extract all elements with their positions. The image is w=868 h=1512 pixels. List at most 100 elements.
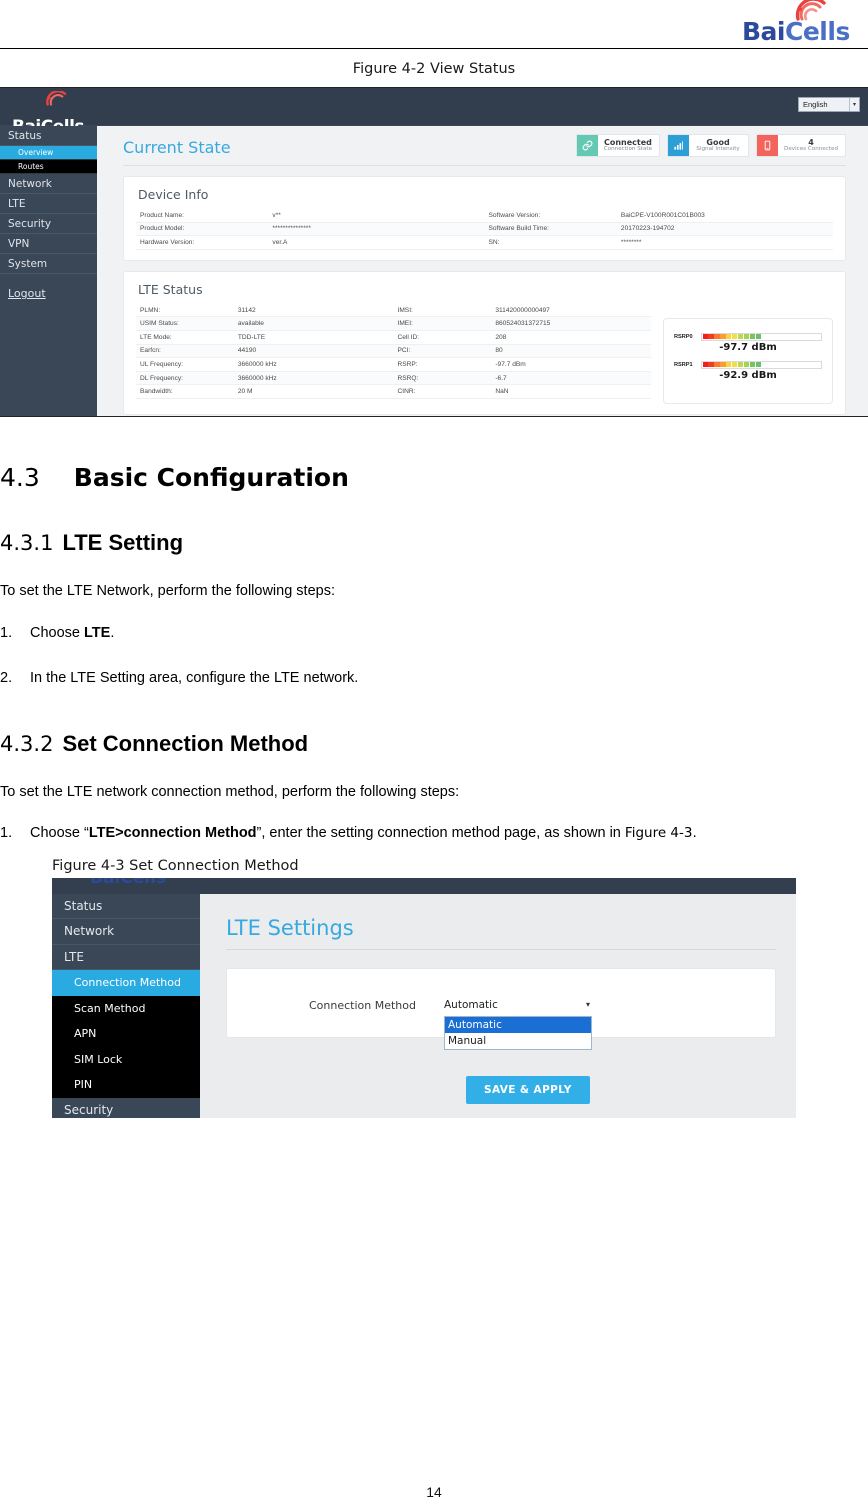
cell-value: BaiCPE-V100R001C01B003 — [616, 209, 833, 223]
sidebar-item-lte[interactable]: LTE — [52, 945, 200, 971]
rsrp1-value: -92.9 dBm — [719, 369, 777, 381]
meter-segment — [808, 334, 815, 340]
step-number: 2. — [0, 670, 13, 687]
step-text-post: ”, enter the setting connection method p… — [256, 825, 625, 842]
sidebar-item-security[interactable]: Security — [0, 214, 97, 234]
table-row: USIM Status: available IMEI: 86052403137… — [136, 316, 651, 331]
page-number: 14 — [426, 1484, 442, 1500]
meter-segment — [797, 362, 803, 368]
cell-key: RSRP: — [393, 357, 492, 372]
meter-segment — [702, 334, 708, 340]
settings-logo-cells: Cells — [120, 877, 167, 888]
meter-segment — [743, 362, 750, 368]
sidebar-item-lte[interactable]: LTE — [0, 194, 97, 214]
meter-segment — [767, 334, 773, 340]
chevron-down-icon: ▾ — [848, 98, 856, 111]
cell-key: Hardware Version: — [136, 235, 269, 250]
meter-segment — [791, 334, 797, 340]
cell-value: 3660000 kHz — [233, 371, 394, 386]
device-info-table: Product Name: v** Software Version: BaiC… — [136, 209, 833, 250]
subsection-title: LTE Setting — [62, 530, 184, 555]
chevron-down-icon: ▾ — [585, 999, 590, 1009]
sidebar-item-network[interactable]: Network — [52, 919, 200, 945]
meter-segment — [767, 362, 773, 368]
sidebar-item-routes[interactable]: Routes — [0, 160, 97, 174]
router-topbar: BaiCells English ▾ — [0, 88, 868, 136]
table-row: Earfcn: 44190 PCI: 80 — [136, 344, 651, 359]
select-value[interactable]: Automatic — [444, 996, 594, 1014]
subsection-number: 4.3.2 — [0, 731, 54, 756]
sidebar-item-status[interactable]: Status — [0, 126, 97, 146]
mobile-device-icon — [757, 135, 779, 156]
status-badge-group: Connected Connection State Good Signal I… — [575, 134, 846, 157]
sidebar-item-security[interactable]: Security — [52, 1098, 200, 1118]
header-divider — [0, 48, 868, 49]
rsrp1-label: RSRP1 — [674, 361, 693, 368]
figure-reference: Figure 4-3. — [624, 825, 697, 842]
cell-key: IMEI: — [393, 316, 492, 331]
sidebar-item-network[interactable]: Network — [0, 174, 97, 194]
meter-segment — [791, 362, 797, 368]
cell-key: Product Name: — [136, 209, 269, 223]
step-text-bold: LTE>connection Method — [88, 825, 257, 842]
table-row: Bandwidth: 20 M CINR: NaN — [136, 384, 651, 399]
meter-segment — [761, 362, 767, 368]
meter-segment — [814, 334, 821, 340]
device-info-title: Device Info — [138, 187, 209, 202]
connection-method-select[interactable]: Automatic ▾ Automatic Manual — [444, 996, 594, 1050]
meter-segment — [726, 334, 732, 340]
select-options-list: Automatic Manual — [444, 1015, 592, 1050]
settings-sidebar: Status Network LTE Connection Method Sca… — [52, 893, 200, 1118]
sidebar-item-connection-method[interactable]: Connection Method — [52, 970, 200, 996]
sidebar-item-vpn[interactable]: VPN — [0, 234, 97, 254]
settings-title-divider — [226, 948, 776, 950]
settings-logo: BaiCells — [90, 878, 166, 888]
sidebar-item-scan-method[interactable]: Scan Method — [52, 995, 200, 1022]
meter-segment — [797, 334, 803, 340]
language-selector[interactable]: English ▾ — [798, 97, 860, 112]
option-manual[interactable]: Manual — [445, 1033, 591, 1049]
title-divider — [123, 165, 846, 166]
save-and-apply-button[interactable]: SAVE & APPLY — [466, 1075, 590, 1104]
cell-key: CINR: — [393, 384, 492, 399]
sidebar-item-pin[interactable]: PIN — [52, 1072, 200, 1098]
table-row: Hardware Version: ver.A SN: ******** — [136, 235, 833, 250]
cell-value: 31142 — [233, 303, 394, 318]
meter-segment — [732, 334, 738, 340]
cell-key: RSRQ: — [393, 371, 492, 386]
status-badge-devices[interactable]: 4 Devices Connected — [756, 134, 846, 157]
cell-key: Cell ID: — [393, 330, 492, 345]
devices-connected-label: Devices Connected — [784, 146, 838, 153]
connection-method-label: Connection Method — [309, 998, 416, 1012]
sidebar-item-status[interactable]: Status — [52, 894, 200, 920]
cell-value: 208 — [491, 330, 651, 345]
section-title: Basic Configuration — [73, 463, 349, 492]
step-text: Choose LTE. — [30, 620, 868, 648]
sidebar-item-sim-lock[interactable]: SIM Lock — [52, 1046, 200, 1073]
sidebar-item-overview[interactable]: Overview — [0, 146, 97, 160]
meter-segment — [720, 362, 726, 368]
meter-segment — [749, 362, 756, 368]
meter-segment — [714, 362, 720, 368]
screenshot-view-status: BaiCells English ▾ Status Overview Route… — [0, 87, 868, 417]
sidebar-item-system[interactable]: System — [0, 254, 97, 274]
rsrp0-value: -97.7 dBm — [719, 341, 777, 353]
sidebar-item-apn[interactable]: APN — [52, 1021, 200, 1047]
logo-bai-text: Bai — [742, 17, 786, 46]
cell-key: SN: — [484, 235, 617, 250]
status-badge-signal[interactable]: Good Signal Intensity — [667, 134, 750, 157]
cell-value: *************** — [268, 222, 485, 237]
connection-method-field-row: Connection Method Automatic ▾ Automatic … — [309, 996, 594, 1050]
signal-meter-rsrp1: RSRP1 — [674, 360, 822, 369]
link-icon — [576, 135, 598, 156]
step-text-bold: LTE — [84, 624, 111, 641]
step-text: Choose “LTE>connection Method”, enter th… — [30, 820, 868, 848]
figure-4-3-caption: Figure 4-3 Set Connection Method — [52, 857, 299, 874]
logout-link[interactable]: Logout — [0, 284, 97, 304]
status-badge-connection[interactable]: Connected Connection State — [575, 134, 661, 157]
cell-value: 44190 — [233, 344, 394, 359]
cell-value: 20 M — [233, 384, 394, 399]
option-automatic[interactable]: Automatic — [445, 1016, 591, 1033]
settings-logo-bai: Bai — [90, 877, 121, 888]
